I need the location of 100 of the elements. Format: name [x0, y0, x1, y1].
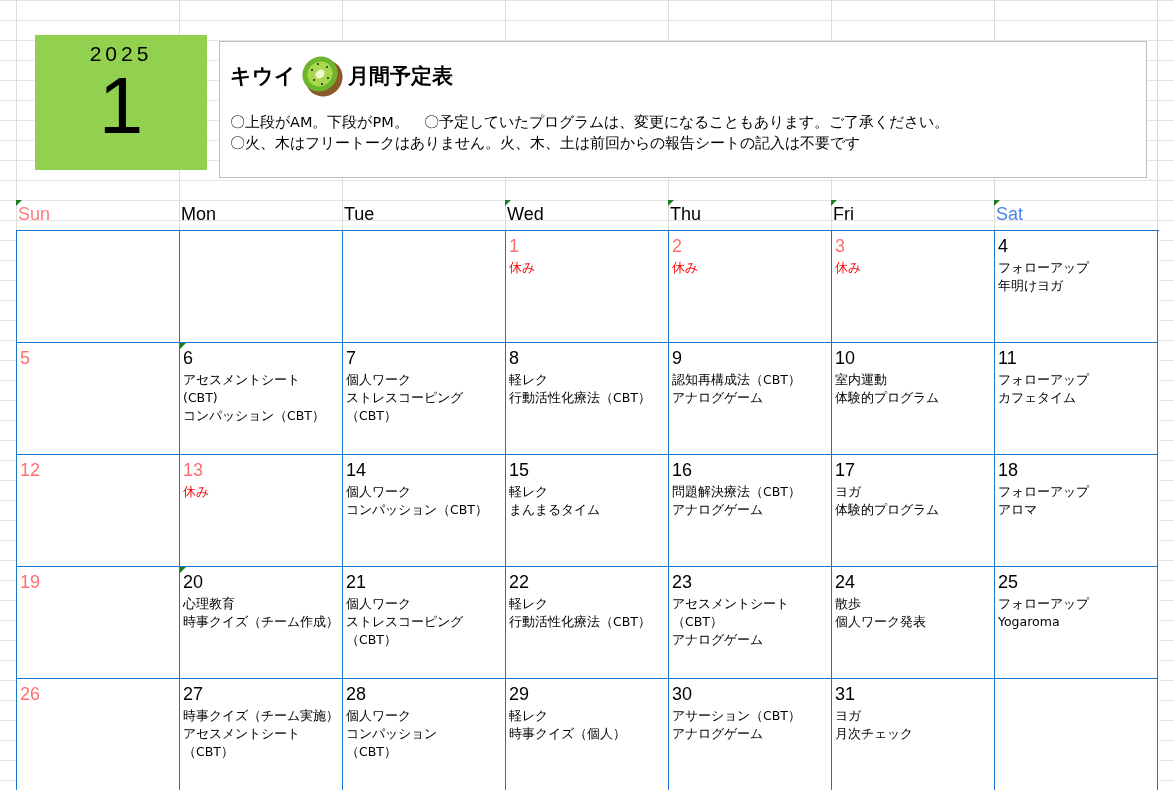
event-text: 時事クイズ（チーム作成） [183, 613, 338, 631]
weekday-label: Tue [344, 204, 375, 224]
month-number: 1 [98, 66, 144, 146]
event-text: （CBT） [346, 631, 398, 649]
day-number: 4 [998, 235, 1009, 257]
event-text: (CBT) [183, 389, 219, 407]
event-text: アサーション（CBT） [672, 707, 802, 725]
event-text: 休み [509, 259, 536, 277]
weekday-label: Fri [833, 204, 854, 224]
day-number: 7 [346, 347, 357, 369]
weekday-label: Wed [507, 204, 544, 224]
day-number: 9 [672, 347, 683, 369]
event-text: 個人ワーク [346, 371, 412, 389]
event-text: フォローアップ [998, 595, 1091, 613]
day-number: 19 [20, 571, 42, 593]
weekday-label: Sat [996, 204, 1024, 224]
event-text: 時事クイズ（チーム実施） [183, 707, 338, 725]
event-text: ストレスコーピング [346, 389, 464, 407]
event-text: 軽レク [509, 707, 549, 725]
event-text: コンパッション（CBT） [346, 501, 489, 519]
calendar-title: キウイ [230, 63, 296, 90]
event-text: ストレスコーピング [346, 613, 464, 631]
day-number: 2 [672, 235, 683, 257]
day-number: 18 [998, 459, 1020, 481]
event-text: 心理教育 [183, 595, 236, 613]
event-text: アナログゲーム [672, 631, 764, 649]
event-text: 年明けヨガ [998, 277, 1064, 295]
event-text: 軽レク [509, 371, 549, 389]
day-number: 5 [20, 347, 31, 369]
event-text: アロマ [998, 501, 1038, 519]
day-number: 12 [20, 459, 42, 481]
event-text: （CBT） [346, 743, 398, 761]
event-text: Yogaroma [998, 613, 1061, 631]
day-number: 3 [835, 235, 846, 257]
note-text: 〇上段がAM。下段がPM。 〇予定していたプログラムは、変更になることもあります。ご了承ください。 [230, 113, 950, 132]
event-text: 問題解決療法（CBT） [672, 483, 802, 501]
event-text: 散歩 [835, 595, 862, 613]
event-text: 行動活性化療法（CBT） [509, 389, 652, 407]
day-number: 1 [509, 235, 520, 257]
day-number: 14 [346, 459, 368, 481]
event-text: ヨガ [835, 707, 862, 725]
event-text: アセスメントシート [183, 725, 301, 743]
day-number: 20 [183, 571, 205, 593]
kiwi-icon [300, 54, 344, 98]
event-text: 時事クイズ（個人） [509, 725, 627, 743]
day-number: 28 [346, 683, 368, 705]
weekday-label: Mon [181, 204, 216, 224]
calendar-title: 月間予定表 [348, 63, 453, 90]
day-number: 11 [998, 347, 1018, 369]
year-label: 2025 [89, 42, 153, 66]
event-text: （CBT） [346, 407, 398, 425]
event-text: コンパッション（CBT） [183, 407, 326, 425]
event-text: アセスメントシート [672, 595, 790, 613]
day-number: 25 [998, 571, 1020, 593]
event-text: 個人ワーク [346, 707, 412, 725]
day-number: 16 [672, 459, 694, 481]
event-text: 行動活性化療法（CBT） [509, 613, 652, 631]
event-text: 体験的プログラム [835, 501, 940, 519]
event-text: 個人ワーク発表 [835, 613, 927, 631]
day-number: 27 [183, 683, 205, 705]
day-number: 10 [835, 347, 857, 369]
day-number: 8 [509, 347, 520, 369]
event-text: （CBT） [672, 613, 724, 631]
day-number: 31 [835, 683, 857, 705]
weekday-label: Sun [18, 204, 51, 224]
event-text: 月次チェック [835, 725, 914, 743]
day-number: 22 [509, 571, 531, 593]
event-text: コンパッション [346, 725, 438, 743]
event-text: フォローアップ [998, 483, 1091, 501]
day-number: 17 [835, 459, 857, 481]
day-number: 13 [183, 459, 205, 481]
event-text: アナログゲーム [672, 501, 764, 519]
note-text: 〇火、木はフリートークはありません。火、木、土は前回からの報告シートの記入は不要です [230, 134, 861, 153]
day-number: 21 [346, 571, 368, 593]
day-number: 26 [20, 683, 42, 705]
event-text: 室内運動 [835, 371, 888, 389]
event-text: まんまるタイム [509, 501, 601, 519]
day-number: 30 [672, 683, 694, 705]
day-number: 24 [835, 571, 857, 593]
event-text: フォローアップ [998, 259, 1091, 277]
event-text: アセスメントシート [183, 371, 301, 389]
event-text: 認知再構成法（CBT） [672, 371, 802, 389]
event-text: 個人ワーク [346, 595, 412, 613]
event-text: 休み [835, 259, 862, 277]
day-number: 29 [509, 683, 531, 705]
day-number: 15 [509, 459, 531, 481]
event-text: カフェタイム [998, 389, 1077, 407]
event-text: 体験的プログラム [835, 389, 940, 407]
day-number: 23 [672, 571, 694, 593]
event-text: 個人ワーク [346, 483, 412, 501]
event-text: アナログゲーム [672, 389, 764, 407]
event-text: 休み [672, 259, 699, 277]
day-number: 6 [183, 347, 194, 369]
weekday-label: Thu [670, 204, 702, 224]
event-text: 軽レク [509, 595, 549, 613]
event-text: （CBT） [183, 743, 235, 761]
event-text: 休み [183, 483, 210, 501]
event-text: フォローアップ [998, 371, 1091, 389]
event-text: 軽レク [509, 483, 549, 501]
event-text: アナログゲーム [672, 725, 764, 743]
